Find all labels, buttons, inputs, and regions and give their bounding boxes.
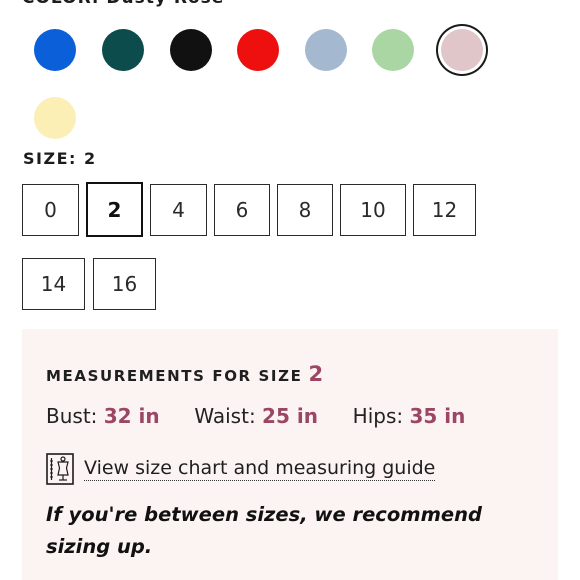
waist-value: 25 in [262, 404, 318, 428]
swatch-sage[interactable] [372, 29, 414, 71]
size-option-12[interactable]: 12 [413, 184, 476, 236]
size-option-2[interactable]: 2 [86, 182, 143, 237]
swatch-dusty-rose[interactable] [441, 29, 483, 71]
size-option-10[interactable]: 10 [340, 184, 406, 236]
hips-value: 35 in [409, 404, 466, 428]
size-chart-icon [46, 453, 74, 485]
size-chart-link-text[interactable]: View size chart and measuring guide [84, 457, 436, 481]
swatch-red[interactable] [237, 29, 279, 71]
measurements-size-number: 2 [308, 362, 324, 386]
size-label: SIZE: 2 [23, 149, 97, 168]
measurements-title: MEASUREMENTS FOR SIZE 2 [46, 362, 323, 386]
swatch-black[interactable] [170, 29, 212, 71]
size-option-0[interactable]: 0 [22, 184, 79, 236]
sizing-advice: If you're between sizes, we recommend si… [46, 503, 482, 558]
measurements-title-text: MEASUREMENTS FOR SIZE [46, 367, 303, 385]
size-option-16[interactable]: 16 [93, 258, 156, 310]
hips-label: Hips: [352, 404, 404, 428]
swatch-blue[interactable] [34, 29, 76, 71]
color-label: COLOR: Dusty Rose [22, 0, 224, 8]
swatch-light-blue[interactable] [305, 29, 347, 71]
swatch-teal[interactable] [102, 29, 144, 71]
bust-value: 32 in [103, 404, 160, 428]
size-chart-link[interactable]: View size chart and measuring guide [46, 453, 436, 485]
size-option-4[interactable]: 4 [150, 184, 207, 236]
size-option-14[interactable]: 14 [22, 258, 85, 310]
swatch-butter[interactable] [34, 97, 76, 139]
measurements-panel: MEASUREMENTS FOR SIZE 2 Bust: 32 in Wais… [22, 329, 558, 580]
measurements-row: Bust: 32 in Waist: 25 in Hips: 35 in [46, 404, 465, 428]
size-option-6[interactable]: 6 [214, 184, 270, 236]
waist-label: Waist: [194, 404, 256, 428]
bust-label: Bust: [46, 404, 98, 428]
size-option-8[interactable]: 8 [277, 184, 333, 236]
